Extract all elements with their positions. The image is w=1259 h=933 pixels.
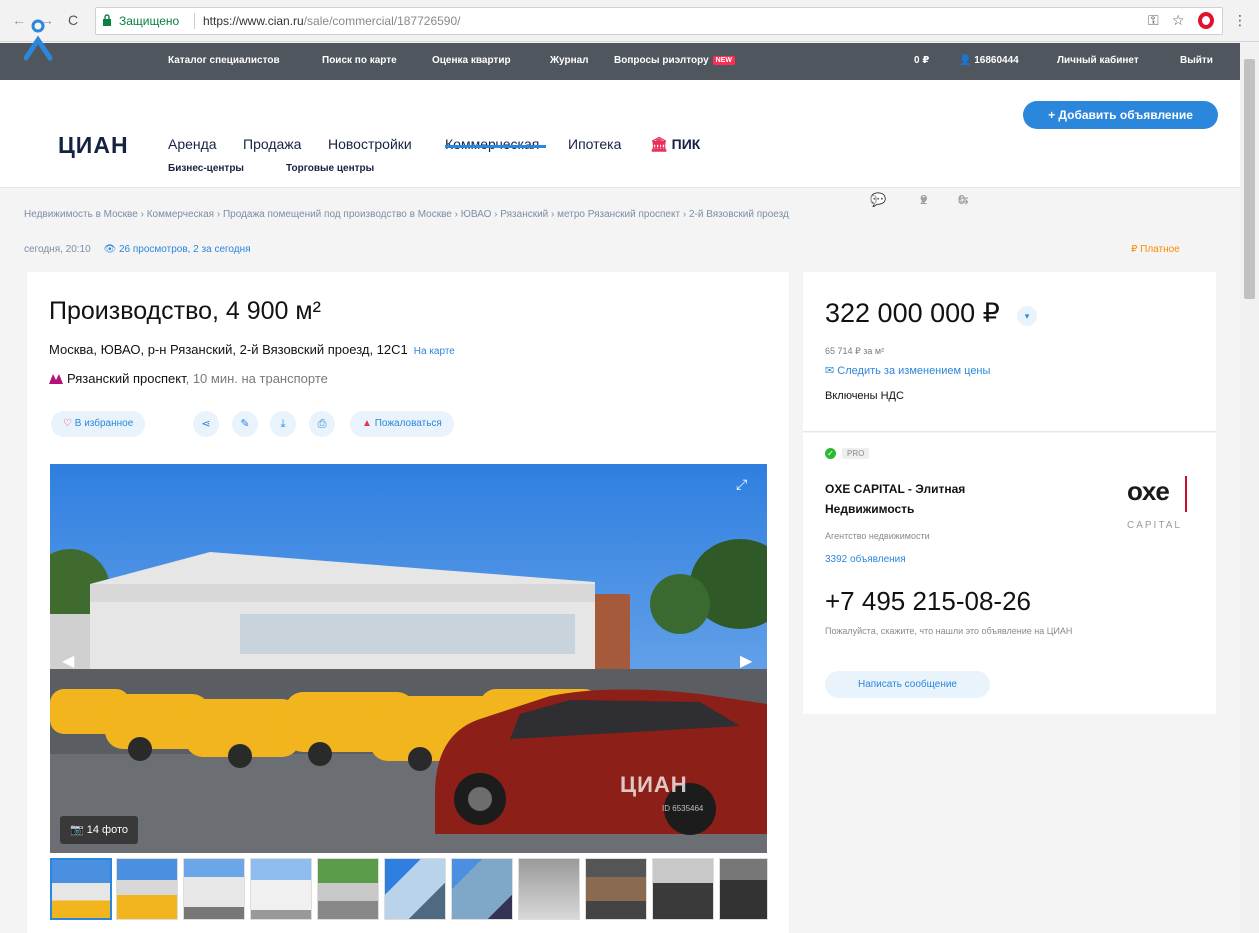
edit-button[interactable]: ✎: [232, 411, 258, 437]
warning-icon: ▲: [362, 418, 372, 429]
nav-active-indicator: [445, 145, 546, 148]
agent-phone[interactable]: +7 495 215-08-26: [825, 586, 1031, 617]
topbar-link-journal[interactable]: Журнал: [550, 55, 589, 66]
subnav-business-centers[interactable]: Бизнес-центры: [168, 163, 244, 174]
agent-notice: Пожалуйста, скажите, что нашли это объяв…: [825, 626, 1073, 636]
print-button[interactable]: ⎙: [309, 411, 335, 437]
follow-price-link[interactable]: ✉ Следить за изменением цены: [825, 364, 990, 377]
pro-badge: ✓ PRO: [825, 448, 870, 459]
star-icon[interactable]: ☆: [1172, 12, 1185, 29]
share-button[interactable]: ⋖: [193, 411, 219, 437]
favorite-button[interactable]: ♡ В избранное: [51, 411, 146, 437]
subnav-shopping-centers[interactable]: Торговые центры: [286, 163, 374, 174]
topbar-link-valuation[interactable]: Оценка квартир: [432, 55, 511, 66]
eye-icon: 👁: [103, 244, 117, 255]
thumbnail[interactable]: [250, 858, 312, 920]
balance[interactable]: 0 ₽: [914, 55, 929, 66]
agent-listings-link[interactable]: 3392 объявления: [825, 554, 906, 565]
complain-button[interactable]: ▲ Пожаловаться: [350, 411, 454, 437]
chevron-down-icon: ▾: [1024, 311, 1030, 321]
send-message-button[interactable]: Написать сообщение: [825, 671, 990, 698]
nav-new-buildings[interactable]: Новостройки: [328, 136, 412, 152]
agent-name[interactable]: OXE CAPITAL - Элитная Недвижимость: [825, 479, 1055, 519]
metro-time: , 10 мин. на транспорте: [185, 371, 328, 386]
address-bar[interactable]: Защищено https://www.cian.ru/sale/commer…: [95, 7, 1223, 35]
fullscreen-icon[interactable]: ⤢: [736, 476, 747, 493]
opera-icon[interactable]: [1198, 12, 1214, 29]
lock-icon: [103, 14, 111, 26]
paid-label: ₽ Платное: [1131, 244, 1180, 255]
listing-meta: сегодня, 20:10 👁 26 просмотров, 2 за сег…: [24, 244, 251, 255]
nav-pik[interactable]: 🏛 ПИК: [650, 136, 700, 153]
metro-station[interactable]: Рязанский проспект: [67, 371, 186, 386]
menu-icon[interactable]: ⋮: [1233, 12, 1247, 29]
key-icon[interactable]: ⚿: [1148, 12, 1159, 29]
thumbnail[interactable]: [719, 858, 768, 920]
thumbnail-strip: [50, 858, 770, 920]
nav-mortgage[interactable]: Ипотека: [568, 136, 621, 152]
price-per-meter: 65 714 ₽ за м²: [825, 346, 885, 356]
agency-logo[interactable]: oxe CAPITAL: [1127, 476, 1197, 536]
thumbnail[interactable]: [384, 858, 446, 920]
share-icon: ⋖: [201, 418, 211, 430]
watermark-id: ID 6535464: [662, 804, 704, 813]
topbar-link-questions[interactable]: Вопросы риэлтору NEW: [614, 55, 735, 66]
thumbnail[interactable]: [183, 858, 245, 920]
topbar-link-map[interactable]: Поиск по карте: [322, 55, 397, 66]
cabinet-link[interactable]: Личный кабинет: [1057, 55, 1139, 66]
photo-count-badge[interactable]: 📷 14 фото: [60, 816, 139, 844]
new-badge: NEW: [712, 56, 735, 65]
thumbnail[interactable]: [518, 858, 580, 920]
user-icon: 👤: [959, 55, 972, 66]
print-icon: ⎙: [317, 418, 327, 430]
agent-type: Агентство недвижимости: [825, 531, 930, 541]
download-button[interactable]: ⤓: [270, 411, 296, 437]
top-bar: Каталог специалистов Поиск по карте Оцен…: [0, 43, 1240, 80]
metro-icon: [49, 374, 63, 384]
nav-commercial[interactable]: Коммерческая: [445, 136, 539, 152]
user-id[interactable]: 👤 16860444: [959, 55, 1019, 66]
verified-icon: ✓: [825, 448, 836, 459]
thumbnail[interactable]: [317, 858, 379, 920]
logout-link[interactable]: Выйти: [1180, 55, 1213, 66]
camera-icon: 📷: [70, 824, 84, 836]
logo-text[interactable]: ЦИАН: [58, 132, 129, 159]
add-listing-button[interactable]: + Добавить объявление: [1023, 101, 1218, 129]
metro-info: Рязанский проспект, 10 мин. на транспорт…: [49, 371, 328, 386]
next-photo-icon[interactable]: ▶: [740, 651, 752, 671]
vat-info: Включены НДС: [825, 390, 904, 402]
topbar-link-catalog[interactable]: Каталог специалистов: [168, 55, 280, 66]
watermark-logo: ЦИАН: [620, 772, 688, 797]
thumbnail[interactable]: [451, 858, 513, 920]
envelope-icon: ✉: [825, 365, 835, 377]
thumbnail[interactable]: [50, 858, 112, 920]
thumbnail[interactable]: [585, 858, 647, 920]
reload-icon[interactable]: C: [68, 12, 78, 28]
nav-rent[interactable]: Аренда: [168, 136, 217, 152]
bank-icon: 🏛: [650, 136, 668, 152]
page-title: Производство, 4 900 м²: [49, 297, 321, 325]
scrollbar-thumb[interactable]: [1244, 59, 1255, 299]
pencil-icon: ✎: [240, 418, 250, 430]
currency-toggle[interactable]: ▾: [1017, 306, 1037, 326]
nav-sale[interactable]: Продажа: [243, 136, 301, 152]
breadcrumb[interactable]: Недвижимость в Москве › Коммерческая › П…: [24, 209, 789, 220]
prev-photo-icon[interactable]: ◀: [62, 651, 74, 671]
thumbnail[interactable]: [652, 858, 714, 920]
ruble-icon: ₽: [1131, 244, 1138, 255]
publish-date: сегодня, 20:10: [24, 244, 91, 255]
url-text[interactable]: https://www.cian.ru/sale/commercial/1877…: [203, 14, 460, 28]
map-link[interactable]: На карте: [414, 346, 455, 357]
views-count[interactable]: 👁 26 просмотров, 2 за сегодня: [103, 244, 250, 255]
photo-gallery[interactable]: ◀ ▶ ⤢ ЦИАН ID 6535464 📷 14 фото: [50, 464, 767, 853]
listing-address: Москва, ЮВАО, р-н Рязанский, 2-й Вязовск…: [49, 342, 455, 357]
heart-outline-icon: ♡: [63, 418, 72, 429]
thumbnail[interactable]: [116, 858, 178, 920]
download-icon: ⤓: [280, 418, 286, 430]
price-value: 322 000 000 ₽: [825, 298, 1000, 328]
secure-label: Защищено: [119, 14, 180, 28]
cian-logo-icon[interactable]: [24, 18, 54, 62]
browser-chrome: ← → C Защищено https://www.cian.ru/sale/…: [0, 0, 1259, 42]
page-scrollbar[interactable]: [1240, 43, 1259, 933]
